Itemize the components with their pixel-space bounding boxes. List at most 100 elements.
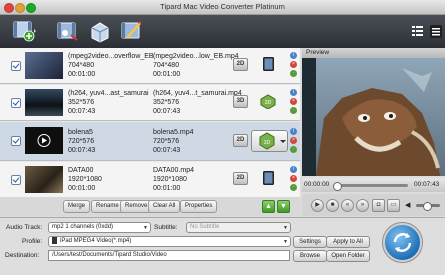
clear-all-button[interactable]: Clear All xyxy=(148,200,181,213)
menu-icon[interactable] xyxy=(423,19,442,43)
row-controls: i × · xyxy=(290,166,298,193)
title-bar: Tipard Mac Video Converter Platinum xyxy=(0,0,445,15)
file-checkbox[interactable] xyxy=(11,136,21,146)
effect-icon[interactable] xyxy=(119,19,145,43)
profile-dropdown[interactable]: 3D xyxy=(251,130,288,152)
volume-slider[interactable] xyxy=(416,202,440,211)
snapshot-button[interactable]: ◘ xyxy=(372,199,385,212)
mode-2d-3d-button[interactable]: 2D xyxy=(233,134,248,147)
source-name: (h264, yuv4...ast_samurai xyxy=(68,90,149,97)
move-down-button[interactable]: ▼ xyxy=(277,200,290,213)
ipad-device-icon[interactable] xyxy=(258,170,278,186)
list-operations-bar: Merge Rename Remove Clear All Properties… xyxy=(0,197,300,216)
move-up-button[interactable]: ▲ xyxy=(262,200,275,213)
edit-video-icon[interactable] xyxy=(55,19,81,43)
seek-handle[interactable] xyxy=(333,182,342,191)
3d-profile-icon[interactable]: 3D xyxy=(258,93,278,110)
file-checkbox[interactable] xyxy=(11,175,21,185)
preview-frame xyxy=(302,58,445,176)
output-duration: 00:07:43 xyxy=(153,108,181,115)
open-folder-button[interactable]: Open Folder xyxy=(326,250,370,262)
browse-button[interactable]: Browse xyxy=(293,250,327,262)
info-icon[interactable]: i xyxy=(290,52,297,59)
file-row-1[interactable]: (mpeg2video...overflow_EB 704*480 00:01:… xyxy=(0,48,300,84)
row-controls: i × · xyxy=(290,89,298,116)
info-icon[interactable]: i xyxy=(290,89,297,96)
mode-2d-3d-button[interactable]: 2D xyxy=(233,172,248,185)
subtitle-label: Subtitle: xyxy=(154,224,178,231)
rewind-button[interactable]: « xyxy=(341,199,354,212)
output-info: DATA00.mp4 1920*1080 00:01:00 xyxy=(153,166,194,193)
output-resolution: 704*480 xyxy=(153,62,180,69)
rewind-icon: « xyxy=(345,202,350,208)
main-toolbar xyxy=(0,15,445,48)
volume-handle[interactable] xyxy=(423,202,432,211)
edit-row-icon[interactable]: · xyxy=(290,146,297,153)
destination-input[interactable]: /Users/test/Documents/Tipard Studio/Vide… xyxy=(48,250,290,261)
volume-icon[interactable]: ◀ xyxy=(405,201,410,209)
source-duration: 00:01:00 xyxy=(68,71,96,78)
audio-track-label: Audio Track: xyxy=(6,224,43,231)
properties-button[interactable]: Properties xyxy=(180,200,218,213)
play-icon[interactable] xyxy=(25,127,63,154)
remove-row-icon[interactable]: × xyxy=(290,61,297,68)
output-resolution: 1920*1080 xyxy=(153,176,187,183)
output-info: bolena5.mp4 720*576 00:07:43 xyxy=(153,128,193,155)
stop-button[interactable]: ■ xyxy=(326,199,339,212)
preview-header: Preview xyxy=(302,48,445,58)
preview-video xyxy=(302,58,445,176)
ipad-device-icon[interactable] xyxy=(258,56,278,72)
rename-button[interactable]: Rename xyxy=(91,200,124,213)
file-row-4[interactable]: DATA00 1920*1080 00:01:00 DATA00.mp4 192… xyxy=(0,162,300,198)
preview-timebar: 00:00:00 00:07:43 xyxy=(302,178,445,192)
list-view-icon[interactable] xyxy=(404,19,423,43)
file-row-3[interactable]: bolena5 720*576 00:07:43 bolena5.mp4 720… xyxy=(0,122,300,161)
camera-icon: ◘ xyxy=(376,202,381,208)
output-resolution: 720*576 xyxy=(153,138,180,145)
settings-button[interactable]: Settings xyxy=(293,236,327,248)
file-checkbox[interactable] xyxy=(11,61,21,71)
profile-select[interactable]: iPad MPEG4 Video(*.mp4) ▼ xyxy=(48,236,291,247)
output-name: (mpeg2video...low_EB.mp4 xyxy=(153,53,239,60)
subtitle-select[interactable]: No Subtitle ▼ xyxy=(186,222,291,233)
merge-button[interactable]: Merge xyxy=(63,200,91,213)
forward-button[interactable]: » xyxy=(356,199,369,212)
apply-to-all-button[interactable]: Apply to All xyxy=(326,236,370,248)
open-snapshot-folder-button[interactable]: ▭ xyxy=(387,199,400,212)
window-title: Tipard Mac Video Converter Platinum xyxy=(160,2,285,11)
edit-row-icon[interactable]: · xyxy=(290,107,297,114)
output-info: (mpeg2video...low_EB.mp4 704*480 00:01:0… xyxy=(153,52,239,79)
source-info: bolena5 720*576 00:07:43 xyxy=(68,128,95,155)
video-thumbnail xyxy=(25,52,63,79)
info-icon[interactable]: i xyxy=(290,166,297,173)
audio-track-value: mp2 1 channels (0xdd) xyxy=(52,224,114,230)
play-button[interactable]: ▶ xyxy=(311,199,324,212)
source-name: DATA00 xyxy=(68,167,94,174)
info-icon[interactable]: i xyxy=(290,128,297,135)
svg-text:3D: 3D xyxy=(264,140,271,146)
output-info: (h264, yuv4...t_samurai.mp4 352*576 00:0… xyxy=(153,89,242,116)
source-resolution: 720*576 xyxy=(68,138,95,145)
video-thumbnail xyxy=(25,166,63,193)
destination-label: Destination: xyxy=(5,252,40,259)
remove-row-icon[interactable]: × xyxy=(290,98,297,105)
clip-icon[interactable] xyxy=(87,19,113,43)
edit-row-icon[interactable]: · xyxy=(290,70,297,77)
add-file-icon[interactable] xyxy=(11,19,37,43)
total-time: 00:07:43 xyxy=(414,181,440,188)
convert-icon xyxy=(393,233,412,252)
mode-2d-3d-button[interactable]: 2D xyxy=(233,58,248,71)
remove-row-icon[interactable]: × xyxy=(290,175,297,182)
file-checkbox[interactable] xyxy=(11,98,21,108)
mode-2d-3d-button[interactable]: 3D xyxy=(233,95,248,108)
convert-button[interactable] xyxy=(383,223,422,262)
arrow-down-icon: ▼ xyxy=(280,203,287,210)
preview-label: Preview xyxy=(306,49,330,56)
edit-row-icon[interactable]: · xyxy=(290,184,297,191)
forward-icon: » xyxy=(360,202,365,208)
seek-slider[interactable] xyxy=(333,182,408,191)
file-row-2[interactable]: (h264, yuv4...ast_samurai 352*576 00:07:… xyxy=(0,85,300,121)
remove-row-icon[interactable]: × xyxy=(290,137,297,144)
source-resolution: 1920*1080 xyxy=(68,176,102,183)
audio-track-select[interactable]: mp2 1 channels (0xdd) ▼ xyxy=(48,222,151,233)
